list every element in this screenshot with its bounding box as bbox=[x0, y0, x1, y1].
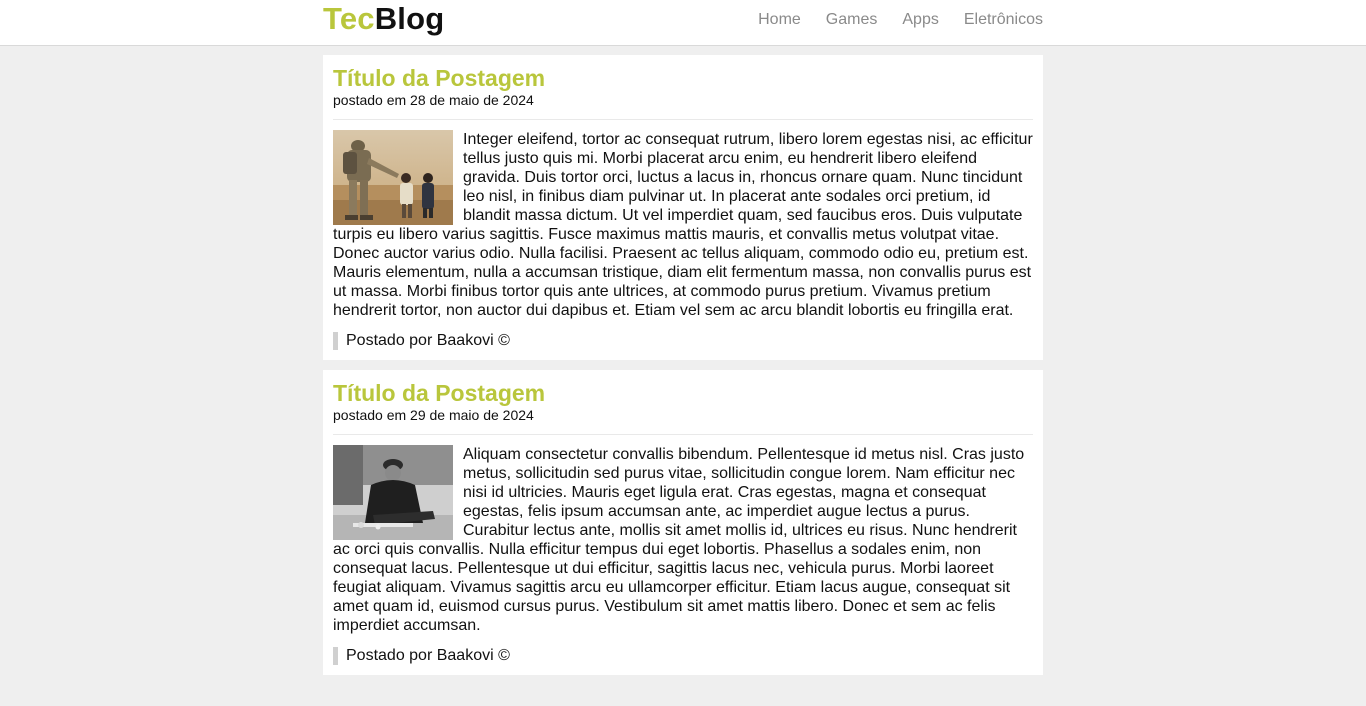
elderly-man-photo bbox=[333, 445, 453, 540]
post-card: Título da Postagem postado em 29 de maio… bbox=[323, 370, 1043, 675]
site-header: TecBlog Home Games Apps Eletrônicos bbox=[0, 0, 1366, 46]
post-footer: Postado por Baakovi © bbox=[333, 647, 1033, 665]
logo-blog: Blog bbox=[374, 1, 445, 36]
soldier-and-child-photo bbox=[333, 130, 453, 225]
post-divider bbox=[333, 119, 1033, 120]
site-logo[interactable]: TecBlog bbox=[323, 0, 444, 37]
post-body: Integer eleifend, tortor ac consequat ru… bbox=[333, 130, 1033, 320]
post-footer: Postado por Baakovi © bbox=[333, 332, 1033, 350]
nav-apps[interactable]: Apps bbox=[902, 11, 938, 29]
post-card: Título da Postagem postado em 28 de maio… bbox=[323, 55, 1043, 360]
post-title[interactable]: Título da Postagem bbox=[333, 380, 1033, 407]
post-body: Aliquam consectetur convallis bibendum. … bbox=[333, 445, 1033, 635]
post-date: postado em 29 de maio de 2024 bbox=[333, 407, 534, 423]
logo-tec: Tec bbox=[323, 1, 375, 36]
post-date: postado em 28 de maio de 2024 bbox=[333, 92, 534, 108]
nav-eletronicos[interactable]: Eletrônicos bbox=[964, 11, 1043, 29]
main-content: Título da Postagem postado em 28 de maio… bbox=[323, 55, 1043, 675]
post-divider bbox=[333, 434, 1033, 435]
main-nav: Home Games Apps Eletrônicos bbox=[733, 11, 1043, 29]
nav-home[interactable]: Home bbox=[758, 11, 801, 29]
nav-games[interactable]: Games bbox=[826, 11, 878, 29]
header-inner: TecBlog Home Games Apps Eletrônicos bbox=[323, 0, 1043, 45]
post-title[interactable]: Título da Postagem bbox=[333, 65, 1033, 92]
